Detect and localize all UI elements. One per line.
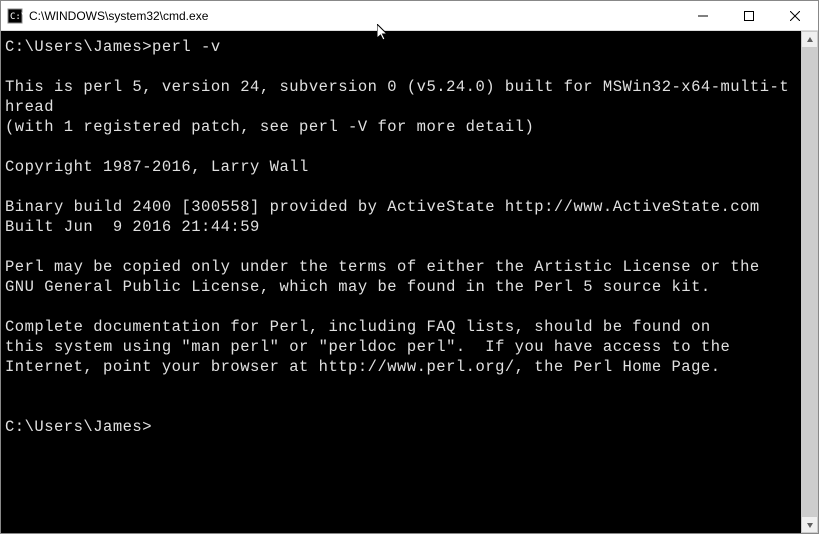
scroll-down-button[interactable] <box>801 516 818 533</box>
output-line: Perl may be copied only under the terms … <box>5 258 760 276</box>
window-title: C:\WINDOWS\system32\cmd.exe <box>29 9 680 23</box>
maximize-button[interactable] <box>726 1 772 30</box>
output-line: Binary build 2400 [300558] provided by A… <box>5 198 760 216</box>
output-line: Internet, point your browser at http://w… <box>5 358 721 376</box>
output-line: this system using "man perl" or "perldoc… <box>5 338 730 356</box>
svg-text:C:\: C:\ <box>10 12 23 22</box>
output-line: Copyright 1987-2016, Larry Wall <box>5 158 309 176</box>
scroll-thumb[interactable] <box>801 48 818 516</box>
output-line: This is perl 5, version 24, subversion 0… <box>5 78 789 116</box>
vertical-scrollbar[interactable] <box>801 31 818 533</box>
terminal-output[interactable]: C:\Users\James>perl -v This is perl 5, v… <box>1 31 801 533</box>
scroll-up-button[interactable] <box>801 31 818 48</box>
terminal-area: C:\Users\James>perl -v This is perl 5, v… <box>1 31 818 533</box>
cmd-window: C:\ C:\WINDOWS\system32\cmd.exe C:\Users… <box>0 0 819 534</box>
command: perl -v <box>152 38 221 56</box>
cmd-icon: C:\ <box>7 8 23 24</box>
window-controls <box>680 1 818 30</box>
output-line: Complete documentation for Perl, includi… <box>5 318 711 336</box>
scroll-track[interactable] <box>801 48 818 516</box>
prompt: C:\Users\James> <box>5 38 152 56</box>
output-line: Built Jun 9 2016 21:44:59 <box>5 218 260 236</box>
output-line: GNU General Public License, which may be… <box>5 278 711 296</box>
titlebar[interactable]: C:\ C:\WINDOWS\system32\cmd.exe <box>1 1 818 31</box>
close-button[interactable] <box>772 1 818 30</box>
output-line: (with 1 registered patch, see perl -V fo… <box>5 118 534 136</box>
minimize-button[interactable] <box>680 1 726 30</box>
prompt: C:\Users\James> <box>5 418 152 436</box>
